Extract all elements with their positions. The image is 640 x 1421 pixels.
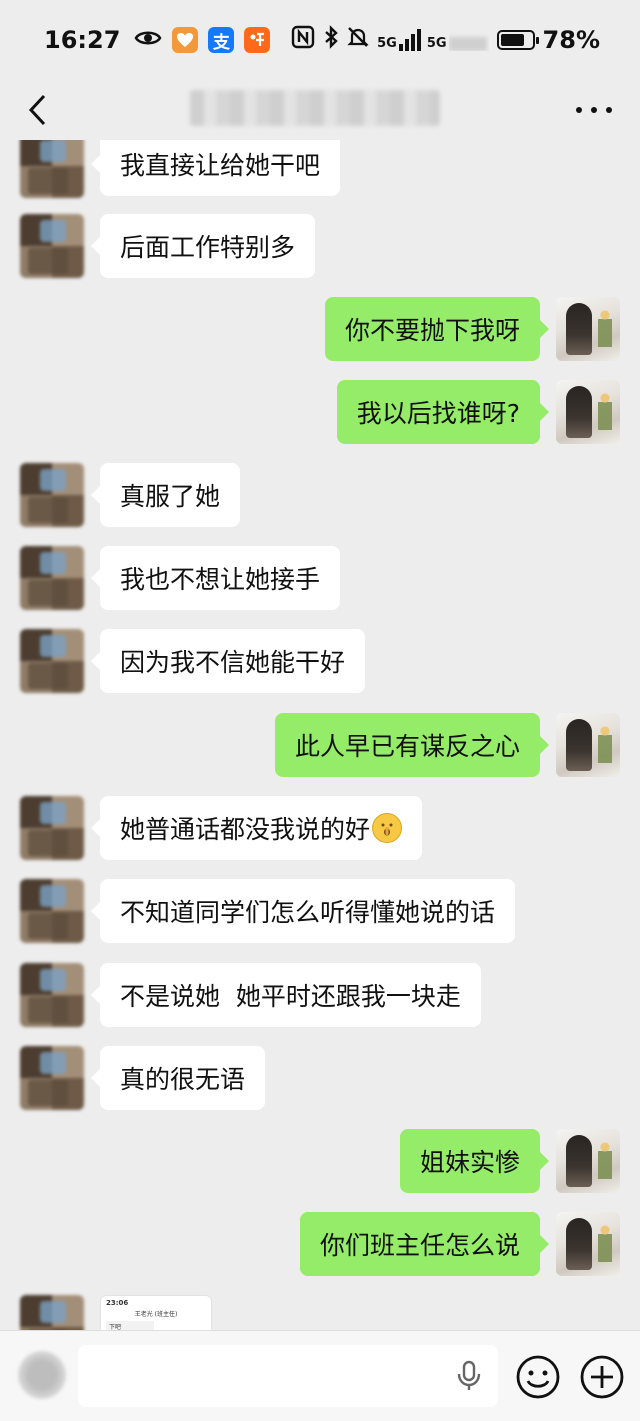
status-time: 16:27 [44, 26, 121, 54]
voice-icon[interactable] [18, 1351, 66, 1399]
thumb-message: 下吧 [106, 1321, 154, 1330]
signal-icon: 5G 5G [377, 29, 488, 51]
nfc-icon [291, 25, 315, 55]
chat-area[interactable]: 我直接让给她干吧 后面工作特别多 你不要抛下我呀 我以后找谁呀? 真服了她 我也… [0, 140, 640, 1330]
mic-icon[interactable] [452, 1359, 486, 1393]
emoji-icon[interactable] [514, 1353, 562, 1401]
message-bubble[interactable]: 我直接让给她干吧 [90, 140, 341, 196]
image-message-thumbnail[interactable]: 23:06 王老光 (班主任) 下吧 [100, 1295, 212, 1330]
chevron-left-icon [28, 94, 46, 126]
avatar-other[interactable] [20, 546, 84, 610]
message-bubble[interactable]: 我以后找谁呀? [336, 380, 550, 444]
eye-icon [134, 26, 162, 54]
status-bar: 16:27 支 5G 5G 78% [0, 0, 640, 80]
avatar-other[interactable] [20, 1046, 84, 1110]
message-bubble[interactable]: 不是说她 她平时还跟我一块走 [91, 963, 481, 1027]
avatar-other[interactable] [20, 463, 84, 527]
bluetooth-icon [323, 25, 339, 55]
alipay-icon: 支 [208, 27, 235, 53]
battery-fill [500, 34, 524, 46]
message-bubble[interactable]: 此人早已有谋反之心 [274, 713, 550, 777]
message-bubble[interactable]: 我也不想让她接手 [90, 546, 341, 610]
avatar-other[interactable] [20, 1295, 84, 1330]
avatar-self[interactable] [556, 1129, 620, 1193]
avatar-other[interactable] [20, 214, 84, 278]
battery-percent: 78% [542, 26, 600, 54]
message-text: 她普通话都没我说的好 [120, 815, 371, 844]
avatar-self[interactable] [556, 380, 620, 444]
more-dots-icon [576, 107, 582, 113]
avatar-other[interactable] [20, 629, 84, 693]
avatar-self[interactable] [556, 297, 620, 361]
avatar-other[interactable] [20, 796, 84, 860]
status-left: 16:27 支 [44, 26, 271, 54]
thumb-time: 23:06 [106, 1299, 129, 1307]
health-app-icon [172, 27, 199, 53]
avatar-self[interactable] [556, 713, 620, 777]
message-bubble[interactable]: 真服了她 [90, 463, 241, 527]
message-bubble[interactable]: 姐妹实惨 [399, 1129, 550, 1193]
avatar-other[interactable] [20, 140, 84, 198]
avatar-other[interactable] [20, 879, 84, 943]
plus-icon[interactable] [578, 1353, 626, 1401]
message-bubble[interactable]: 因为我不信她能干好 [90, 629, 366, 693]
avatar-self[interactable] [556, 1212, 620, 1276]
back-button[interactable] [20, 88, 56, 132]
network-label: 5G [377, 36, 397, 51]
taobao-icon [244, 27, 271, 53]
message-bubble[interactable]: 你们班主任怎么说 [299, 1212, 550, 1276]
more-button[interactable] [576, 96, 612, 124]
message-bubble[interactable]: 真的很无语 [90, 1046, 266, 1110]
shushing-face-icon [372, 813, 403, 843]
message-bubble[interactable]: 你不要抛下我呀 [324, 297, 550, 361]
chat-title [190, 90, 440, 126]
avatar-other[interactable] [20, 963, 84, 1027]
input-bar [0, 1330, 640, 1421]
chat-header [0, 80, 640, 140]
message-input[interactable] [78, 1345, 498, 1407]
thumb-title: 王老光 (班主任) [134, 1311, 178, 1318]
message-bubble[interactable]: 后面工作特别多 [90, 214, 316, 278]
status-right: 5G 5G 78% [291, 25, 600, 55]
message-bubble[interactable]: 不知道同学们怎么听得懂她说的话 [90, 879, 516, 943]
battery-icon [496, 30, 539, 50]
network-label-2: 5G [426, 36, 447, 51]
message-bubble[interactable]: 她普通话都没我说的好 [90, 796, 423, 860]
mute-icon [347, 25, 369, 55]
